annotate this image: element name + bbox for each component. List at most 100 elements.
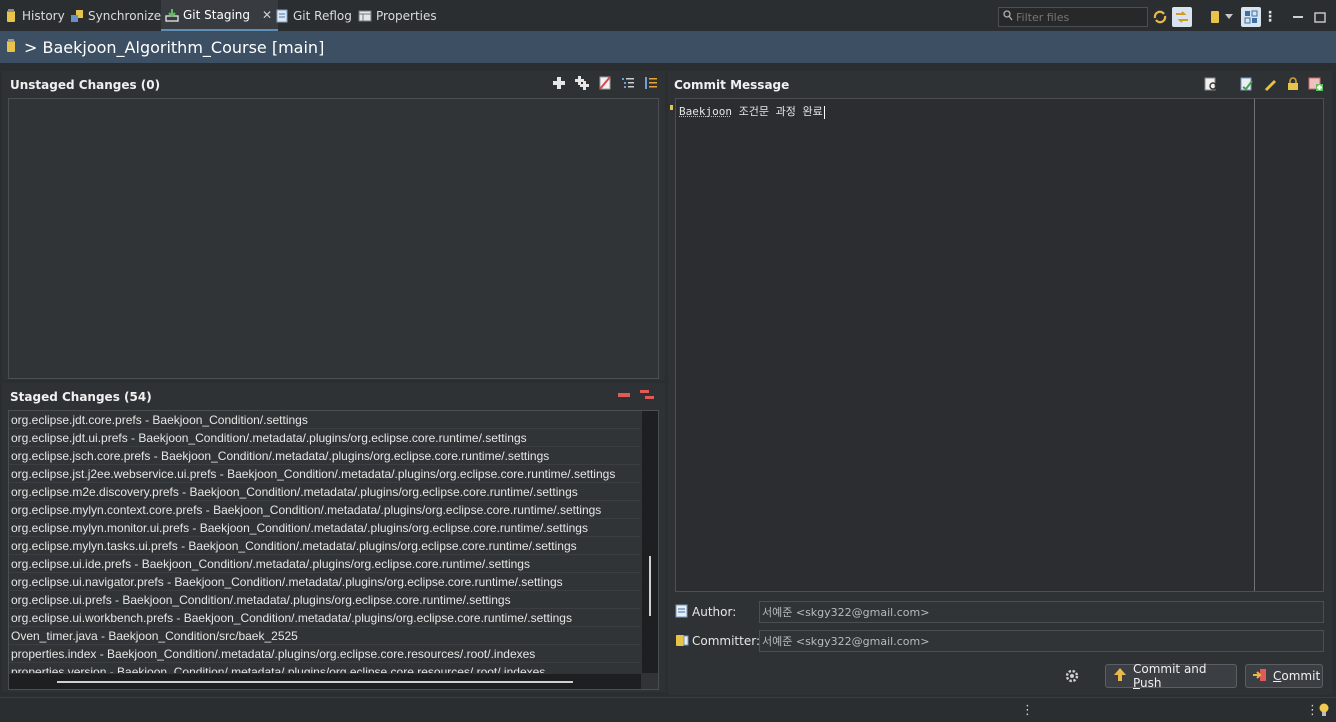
- author-input[interactable]: [759, 601, 1324, 623]
- list-item[interactable]: org.eclipse.ui.ide.prefs - Baekjoon_Cond…: [9, 555, 641, 573]
- commit-message-word: Baekjoon: [679, 105, 732, 118]
- horizontal-scroll-thumb[interactable]: [57, 681, 573, 683]
- spell-check-icon[interactable]: [1203, 76, 1219, 92]
- commit-push-icon: [1112, 667, 1128, 686]
- stage-all-icon[interactable]: [574, 75, 590, 91]
- commit-button[interactable]: Commit: [1245, 664, 1323, 688]
- list-item[interactable]: org.eclipse.m2e.discovery.prefs - Baekjo…: [9, 483, 641, 501]
- refresh-icon[interactable]: [1150, 7, 1170, 27]
- unstaged-toolbar: [551, 75, 659, 91]
- synchronize-icon: [70, 9, 84, 23]
- search-icon: [1003, 10, 1013, 24]
- properties-icon: [358, 9, 372, 23]
- change-id-icon[interactable]: [1308, 76, 1324, 92]
- commit-label: Commit: [1273, 669, 1320, 683]
- commit-and-push-label: Commit and Push: [1133, 662, 1230, 690]
- commit-toolbar: [1203, 76, 1324, 92]
- git-reflog-icon: [275, 9, 289, 23]
- tab-label: Properties: [376, 8, 437, 23]
- tab-synchronize[interactable]: Synchronize: [66, 0, 167, 31]
- list-item[interactable]: org.eclipse.mylyn.context.core.prefs - B…: [9, 501, 641, 519]
- vertical-scroll-thumb[interactable]: [649, 556, 651, 616]
- text-caret: [823, 105, 825, 119]
- repository-title: > Baekjoon_Algorithm_Course [main]: [24, 37, 325, 57]
- status-menu-icon[interactable]: ⋮: [1021, 703, 1034, 718]
- filter-files-input[interactable]: [1013, 10, 1139, 24]
- staged-title: Staged Changes (54): [10, 389, 152, 404]
- link-selection-icon[interactable]: [1172, 7, 1192, 27]
- label-part: ush: [1140, 676, 1162, 690]
- committer-row: Committer:: [675, 630, 1324, 652]
- list-item[interactable]: org.eclipse.jst.j2ee.webservice.ui.prefs…: [9, 465, 641, 483]
- layout-toggle-icon[interactable]: [1241, 7, 1261, 27]
- list-item[interactable]: org.eclipse.mylyn.tasks.ui.prefs - Baekj…: [9, 537, 641, 555]
- lightbulb-icon[interactable]: [1318, 702, 1330, 721]
- commit-icon: [1252, 667, 1268, 686]
- toolbar-separator: [1226, 76, 1232, 92]
- staged-changes-panel: Staged Changes (54) org.eclipse.jdt.core…: [2, 383, 665, 692]
- maximize-icon[interactable]: [1310, 7, 1330, 27]
- staged-header: Staged Changes (54): [2, 383, 665, 410]
- list-item[interactable]: org.eclipse.ui.prefs - Baekjoon_Conditio…: [9, 591, 641, 609]
- lock-icon[interactable]: [1285, 76, 1301, 92]
- signed-off-icon[interactable]: [1239, 76, 1255, 92]
- author-label: Author:: [675, 604, 759, 621]
- tab-label: Git Reflog: [293, 8, 352, 23]
- list-item[interactable]: properties.version - Baekjoon_Condition/…: [9, 663, 641, 673]
- minimize-icon[interactable]: [1288, 7, 1308, 27]
- commit-title: Commit Message: [674, 77, 790, 92]
- chevron-down-icon[interactable]: [1223, 7, 1235, 27]
- commit-message-editor[interactable]: Baekjoon 조건문 과정 완료: [675, 98, 1324, 592]
- commit-message-rest: 조건문 과정 완료: [731, 105, 823, 118]
- unstaged-title: Unstaged Changes (0): [10, 77, 161, 92]
- list-item[interactable]: properties.index - Baekjoon_Condition/.m…: [9, 645, 641, 663]
- amend-icon[interactable]: [1262, 76, 1278, 92]
- vertical-scrollbar[interactable]: [642, 411, 658, 673]
- view-tab-bar: History Synchronize Git Staging ✕ Git Re…: [0, 0, 1336, 31]
- author-icon: [675, 604, 689, 621]
- committer-input[interactable]: [759, 630, 1324, 652]
- unstage-all-icon[interactable]: [639, 387, 655, 403]
- committer-label: Committer:: [675, 633, 760, 650]
- repository-icon[interactable]: [1205, 7, 1225, 27]
- filter-files-box: [998, 7, 1148, 27]
- author-row: Author:: [675, 601, 1324, 623]
- label-part: ommit: [1281, 669, 1321, 683]
- list-item[interactable]: Oven_timer.java - Baekjoon_Condition/src…: [9, 627, 641, 645]
- tab-label: History: [22, 8, 65, 23]
- list-view-icon[interactable]: [643, 75, 659, 91]
- commit-message-text[interactable]: Baekjoon 조건문 과정 완료: [679, 103, 825, 119]
- list-item[interactable]: org.eclipse.jdt.ui.prefs - Baekjoon_Cond…: [9, 429, 641, 447]
- repository-header: > Baekjoon_Algorithm_Course [main]: [0, 31, 1336, 63]
- committer-label-text: Committer:: [692, 634, 760, 648]
- git-staging-icon: [165, 8, 179, 22]
- view-menu-icon[interactable]: ⋮: [1263, 7, 1277, 27]
- list-item[interactable]: org.eclipse.jsch.core.prefs - Baekjoon_C…: [9, 447, 641, 465]
- tab-git-reflog[interactable]: Git Reflog: [271, 0, 358, 31]
- unstage-selected-icon[interactable]: [616, 387, 632, 403]
- tab-history[interactable]: History: [0, 0, 71, 31]
- tab-git-staging[interactable]: Git Staging ✕: [161, 0, 279, 31]
- tab-label: Git Staging: [183, 7, 251, 22]
- staged-file-list[interactable]: org.eclipse.jdt.core.prefs - Baekjoon_Co…: [8, 410, 659, 690]
- stage-selected-icon[interactable]: [551, 75, 567, 91]
- list-item[interactable]: org.eclipse.ui.navigator.prefs - Baekjoo…: [9, 573, 641, 591]
- tree-view-icon[interactable]: [620, 75, 636, 91]
- list-item[interactable]: org.eclipse.mylyn.monitor.ui.prefs - Bae…: [9, 519, 641, 537]
- label-part: Commit and: [1133, 662, 1207, 676]
- commit-and-push-button[interactable]: Commit and Push: [1105, 662, 1237, 690]
- tab-label: Synchronize: [88, 8, 162, 23]
- horizontal-scrollbar[interactable]: [9, 674, 641, 689]
- list-item[interactable]: org.eclipse.jdt.core.prefs - Baekjoon_Co…: [9, 411, 641, 429]
- list-item[interactable]: org.eclipse.ui.workbench.prefs - Baekjoo…: [9, 609, 641, 627]
- line-length-margin: [1254, 99, 1255, 591]
- ignore-file-icon[interactable]: [597, 75, 613, 91]
- committer-icon: [675, 633, 689, 650]
- label-mnemonic: P: [1133, 676, 1141, 690]
- content-assist-marker: [670, 100, 674, 110]
- status-bar: ⋮ ⋮: [0, 697, 1336, 722]
- settings-gear-icon[interactable]: [1064, 668, 1080, 684]
- author-label-text: Author:: [692, 605, 737, 619]
- tab-properties[interactable]: Properties: [354, 0, 443, 31]
- unstaged-file-list[interactable]: [8, 98, 659, 379]
